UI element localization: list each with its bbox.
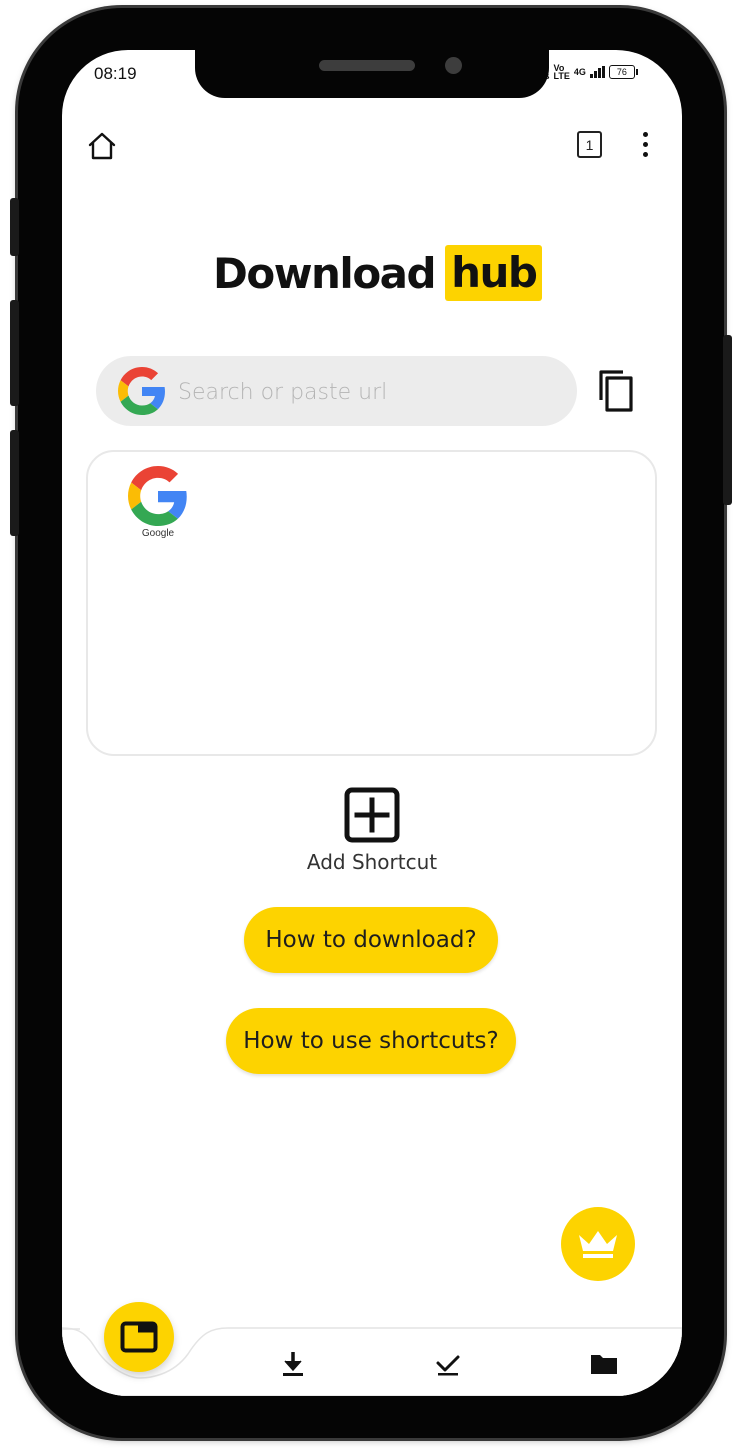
nav-completed-button[interactable] bbox=[432, 1348, 464, 1380]
home-icon bbox=[88, 132, 116, 160]
folder-icon bbox=[591, 1355, 617, 1374]
logo-text: Download bbox=[213, 248, 437, 298]
nav-browser-button[interactable] bbox=[104, 1302, 174, 1372]
search-input[interactable] bbox=[176, 372, 560, 412]
app-screen: 08:19 0 /s Vo LTE 4G 76 1 Download hub bbox=[62, 50, 682, 1396]
menu-dot bbox=[643, 142, 648, 147]
browser-window-icon bbox=[120, 1321, 158, 1353]
premium-button[interactable] bbox=[561, 1207, 635, 1281]
crown-icon bbox=[579, 1231, 617, 1258]
menu-dot bbox=[643, 132, 648, 137]
shortcut-google[interactable]: Google bbox=[116, 466, 200, 539]
status-icons: 0 /s Vo LTE 4G 76 bbox=[542, 64, 638, 81]
check-icon bbox=[436, 1355, 460, 1376]
search-bar[interactable] bbox=[96, 356, 577, 426]
download-icon bbox=[283, 1352, 303, 1376]
google-icon bbox=[118, 367, 165, 415]
google-icon bbox=[128, 466, 187, 526]
add-shortcut-button[interactable] bbox=[344, 787, 400, 843]
phone-volume-down bbox=[10, 430, 19, 536]
overflow-menu-button[interactable] bbox=[636, 130, 654, 160]
shortcut-label: Google bbox=[141, 528, 175, 539]
speaker-grille bbox=[319, 60, 415, 71]
phone-power-button bbox=[723, 335, 732, 505]
volte-indicator: Vo LTE bbox=[553, 64, 570, 81]
nav-files-button[interactable] bbox=[588, 1348, 620, 1380]
lte-label: LTE bbox=[553, 71, 570, 81]
how-to-download-button[interactable]: How to download? bbox=[244, 907, 498, 973]
app-logo: Download hub bbox=[213, 245, 543, 301]
phone-volume-up bbox=[10, 300, 19, 406]
signal-icon bbox=[589, 66, 605, 78]
add-shortcut-label: Add Shortcut bbox=[306, 850, 438, 874]
shortcuts-panel: Google bbox=[86, 450, 657, 756]
notch bbox=[195, 50, 549, 98]
menu-dot bbox=[643, 152, 648, 157]
home-button[interactable] bbox=[86, 130, 118, 162]
phone-side-button bbox=[10, 198, 19, 256]
paste-button[interactable] bbox=[595, 368, 639, 414]
front-camera bbox=[445, 57, 462, 74]
how-to-use-shortcuts-button[interactable]: How to use shortcuts? bbox=[226, 1008, 516, 1074]
nav-downloads-button[interactable] bbox=[277, 1348, 309, 1380]
logo-highlight: hub bbox=[445, 245, 543, 301]
tab-switcher-button[interactable]: 1 bbox=[577, 131, 602, 158]
add-box-icon bbox=[344, 787, 400, 843]
battery-icon: 76 bbox=[608, 65, 638, 79]
paste-icon bbox=[599, 370, 633, 412]
status-time: 08:19 bbox=[94, 64, 137, 83]
network-type: 4G bbox=[573, 67, 586, 77]
